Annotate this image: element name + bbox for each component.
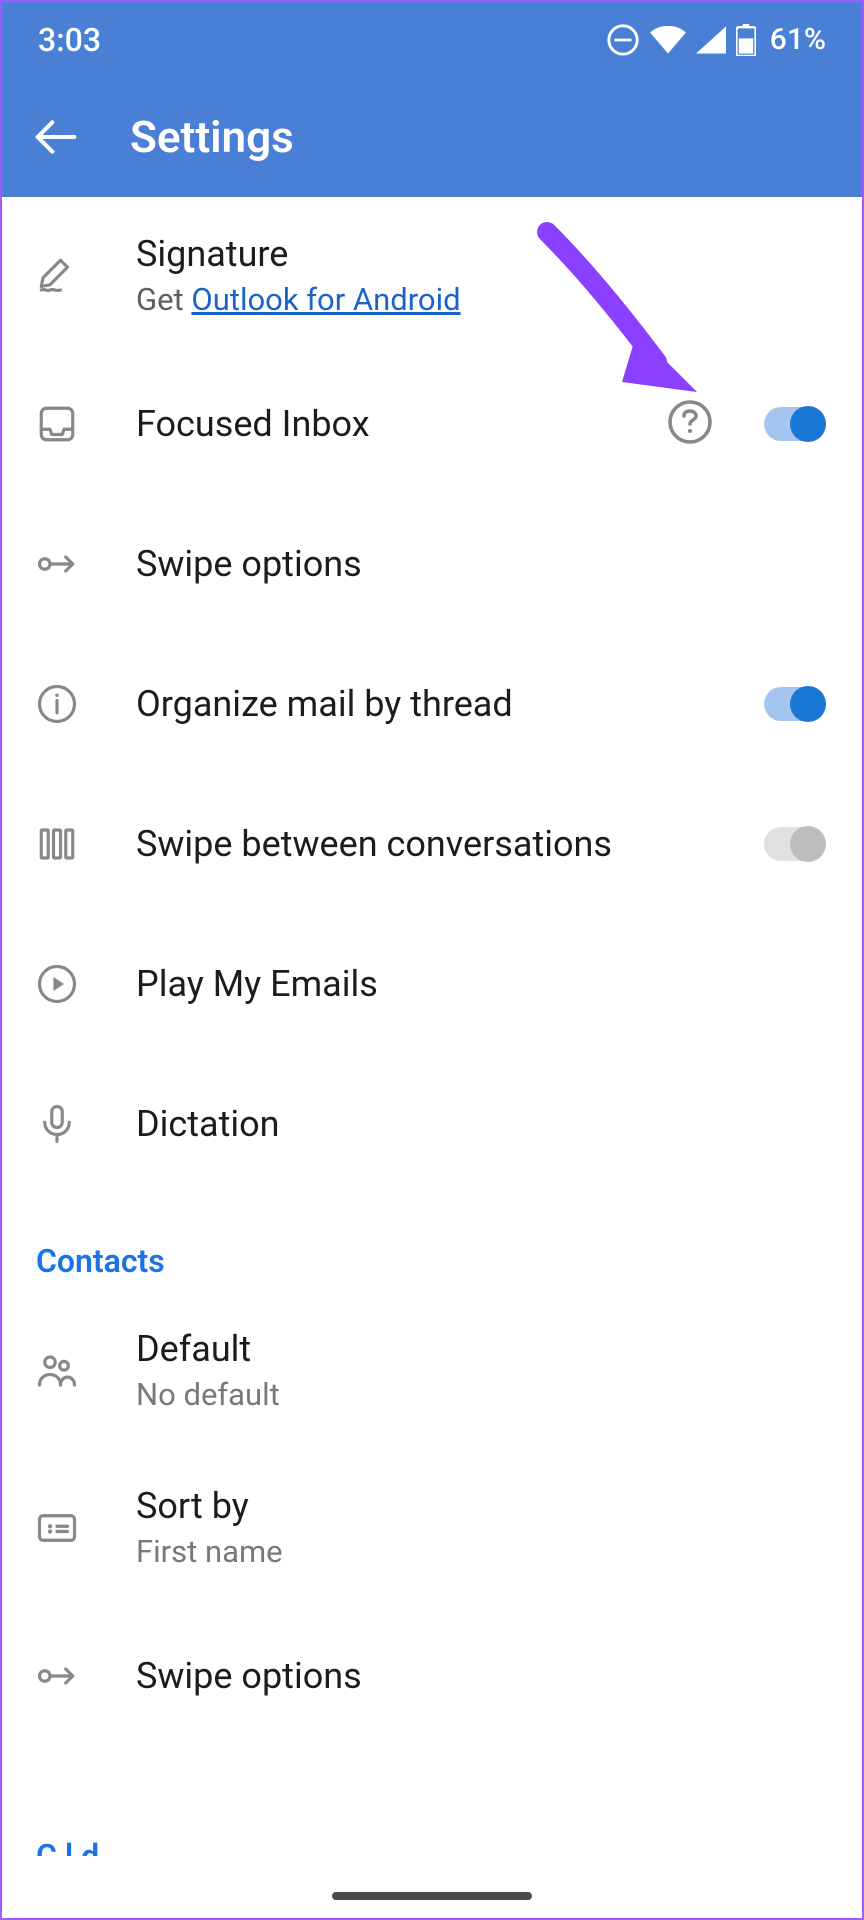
organize-thread-title: Organize mail by thread bbox=[136, 683, 764, 725]
contacts-sortby-sub: First name bbox=[136, 1533, 822, 1570]
contacts-sortby-title: Sort by bbox=[136, 1485, 822, 1527]
inbox-icon bbox=[36, 403, 78, 445]
battery-icon bbox=[736, 24, 756, 56]
setting-swipe-options[interactable]: Swipe options bbox=[2, 494, 862, 634]
setting-swipe-conversations[interactable]: Swipe between conversations bbox=[2, 774, 862, 914]
dnd-icon bbox=[606, 23, 640, 57]
people-icon bbox=[36, 1350, 78, 1392]
contacts-default-sub: No default bbox=[136, 1376, 822, 1413]
setting-organize-thread[interactable]: Organize mail by thread bbox=[2, 634, 862, 774]
outlook-android-link[interactable]: Outlook for Android bbox=[191, 281, 460, 318]
setting-contacts-sortby[interactable]: Sort by First name bbox=[2, 1449, 862, 1606]
back-arrow-icon[interactable] bbox=[34, 115, 78, 159]
section-contacts: Contacts bbox=[2, 1194, 862, 1292]
help-icon[interactable] bbox=[666, 398, 714, 450]
dictation-title: Dictation bbox=[136, 1103, 822, 1145]
setting-contacts-default[interactable]: Default No default bbox=[2, 1292, 862, 1449]
swipe-arrow-icon bbox=[36, 1655, 78, 1697]
battery-percent: 61% bbox=[770, 22, 826, 57]
swipe-conv-title: Swipe between conversations bbox=[136, 823, 764, 865]
setting-dictation[interactable]: Dictation bbox=[2, 1054, 862, 1194]
signature-sub: Get Outlook for Android bbox=[136, 281, 822, 318]
swipe-arrow-icon bbox=[36, 543, 78, 585]
mic-icon bbox=[36, 1103, 78, 1145]
focused-inbox-toggle[interactable] bbox=[764, 407, 822, 441]
id-card-icon bbox=[36, 1507, 78, 1549]
section-calendar-peek: C l d bbox=[36, 1836, 99, 1856]
page-title: Settings bbox=[130, 111, 294, 163]
app-bar: Settings bbox=[2, 77, 862, 197]
setting-signature[interactable]: Signature Get Outlook for Android bbox=[2, 197, 862, 354]
settings-list: Signature Get Outlook for Android Focuse… bbox=[2, 197, 862, 1746]
contacts-swipe-title: Swipe options bbox=[136, 1655, 822, 1697]
swipe-options-title: Swipe options bbox=[136, 543, 822, 585]
contacts-default-title: Default bbox=[136, 1328, 822, 1370]
nav-handle[interactable] bbox=[332, 1892, 532, 1900]
info-icon bbox=[36, 683, 78, 725]
signal-icon bbox=[696, 26, 726, 54]
signature-title: Signature bbox=[136, 233, 822, 275]
setting-play-emails[interactable]: Play My Emails bbox=[2, 914, 862, 1054]
status-icons: 61% bbox=[606, 22, 826, 57]
columns-icon bbox=[36, 823, 78, 865]
wifi-icon bbox=[650, 26, 686, 54]
setting-focused-inbox[interactable]: Focused Inbox bbox=[2, 354, 862, 494]
status-bar: 3:03 61% bbox=[2, 2, 862, 77]
play-icon bbox=[36, 963, 78, 1005]
status-time: 3:03 bbox=[38, 21, 101, 59]
focused-inbox-title: Focused Inbox bbox=[136, 403, 666, 445]
setting-contacts-swipe[interactable]: Swipe options bbox=[2, 1606, 862, 1746]
play-emails-title: Play My Emails bbox=[136, 963, 822, 1005]
swipe-conv-toggle[interactable] bbox=[764, 827, 822, 861]
signature-icon bbox=[36, 255, 78, 297]
organize-thread-toggle[interactable] bbox=[764, 687, 822, 721]
